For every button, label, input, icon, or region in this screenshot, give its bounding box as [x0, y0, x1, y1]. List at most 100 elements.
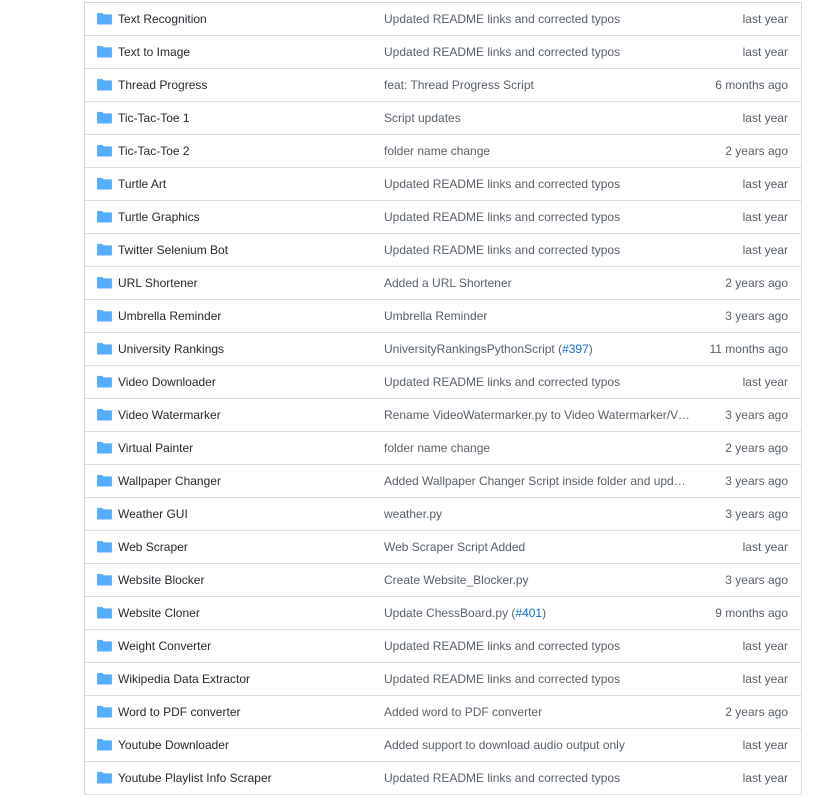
commit-message-link[interactable]: Script updates: [384, 102, 690, 134]
commit-message-text: Updated README links and corrected typos: [384, 243, 621, 257]
folder-icon-wrapper: [97, 630, 113, 662]
folder-icon-wrapper: [97, 762, 113, 794]
file-row-youtube-downloader[interactable]: Youtube Downloader Added support to down…: [85, 729, 801, 762]
commit-message-link[interactable]: Added a URL Shortener: [384, 267, 690, 299]
folder-name-link[interactable]: Wikipedia Data Extractor: [118, 663, 358, 695]
folder-icon-wrapper: [97, 135, 113, 167]
folder-name-link[interactable]: Video Watermarker: [118, 399, 358, 431]
folder-icon-wrapper: [97, 696, 113, 728]
file-row-weather-gui[interactable]: Weather GUI weather.py 3 years ago: [85, 498, 801, 531]
file-row-text-recognition[interactable]: Text Recognition Updated README links an…: [85, 3, 801, 36]
file-row-word-to-pdf-converter[interactable]: Word to PDF converter Added word to PDF …: [85, 696, 801, 729]
commit-message-link[interactable]: feat: Thread Progress Script: [384, 69, 690, 101]
commit-message-link[interactable]: Update ChessBoard.py (#401): [384, 597, 690, 629]
file-row-turtle-art[interactable]: Turtle Art Updated README links and corr…: [85, 168, 801, 201]
commit-message-link[interactable]: UniversityRankingsPythonScript (#397): [384, 333, 690, 365]
commit-message-link[interactable]: Umbrella Reminder: [384, 300, 690, 332]
file-row-web-scraper[interactable]: Web Scraper Web Scraper Script Added las…: [85, 531, 801, 564]
commit-message-text: feat: Thread Progress Script: [384, 78, 534, 92]
folder-name-link[interactable]: Umbrella Reminder: [118, 300, 358, 332]
commit-age: 2 years ago: [725, 441, 788, 455]
folder-icon-wrapper: [97, 168, 113, 200]
commit-message-link[interactable]: Updated README links and corrected typos: [384, 36, 690, 68]
folder-name-link[interactable]: Youtube Playlist Info Scraper: [118, 762, 358, 794]
folder-name-link[interactable]: Text to Image: [118, 36, 358, 68]
folder-name-link[interactable]: URL Shortener: [118, 267, 358, 299]
folder-icon: [97, 177, 112, 190]
folder-icon: [97, 705, 112, 718]
folder-name-link[interactable]: Virtual Painter: [118, 432, 358, 464]
commit-message-link[interactable]: folder name change: [384, 135, 690, 167]
commit-message-link[interactable]: Added support to download audio output o…: [384, 729, 690, 761]
folder-name-link[interactable]: Weather GUI: [118, 498, 358, 530]
pull-request-link[interactable]: #401: [515, 606, 542, 620]
commit-message-text: Updated README links and corrected typos: [384, 375, 621, 389]
file-row-wallpaper-changer[interactable]: Wallpaper Changer Added Wallpaper Change…: [85, 465, 801, 498]
commit-message-text: folder name change: [384, 144, 491, 158]
file-row-tic-tac-toe-1[interactable]: Tic-Tac-Toe 1 Script updates last year: [85, 102, 801, 135]
folder-name-link[interactable]: University Rankings: [118, 333, 358, 365]
file-row-university-rankings[interactable]: University Rankings UniversityRankingsPy…: [85, 333, 801, 366]
folder-name-link[interactable]: Website Blocker: [118, 564, 358, 596]
commit-message-text: UniversityRankingsPythonScript (: [384, 342, 563, 356]
folder-name-link[interactable]: Website Cloner: [118, 597, 358, 629]
file-row-url-shortener[interactable]: URL Shortener Added a URL Shortener 2 ye…: [85, 267, 801, 300]
commit-age: 3 years ago: [725, 408, 788, 422]
commit-message-link[interactable]: Updated README links and corrected typos: [384, 168, 690, 200]
folder-name-link[interactable]: Youtube Downloader: [118, 729, 358, 761]
folder-icon: [97, 12, 112, 25]
commit-message-link[interactable]: Updated README links and corrected typos: [384, 234, 690, 266]
commit-message-link[interactable]: Create Website_Blocker.py: [384, 564, 690, 596]
commit-message-text: Updated README links and corrected typos: [384, 639, 621, 653]
folder-icon: [97, 243, 112, 256]
folder-name-link[interactable]: Video Downloader: [118, 366, 358, 398]
file-row-umbrella-reminder[interactable]: Umbrella Reminder Umbrella Reminder 3 ye…: [85, 300, 801, 333]
file-row-website-cloner[interactable]: Website Cloner Update ChessBoard.py (#40…: [85, 597, 801, 630]
folder-name-link[interactable]: Text Recognition: [118, 3, 358, 35]
folder-icon-wrapper: [97, 366, 113, 398]
commit-message-link[interactable]: Web Scraper Script Added: [384, 531, 690, 563]
file-row-youtube-playlist-info-scraper[interactable]: Youtube Playlist Info Scraper Updated RE…: [85, 762, 801, 795]
file-row-twitter-selenium-bot[interactable]: Twitter Selenium Bot Updated README link…: [85, 234, 801, 267]
commit-age: 2 years ago: [725, 276, 788, 290]
commit-message-link[interactable]: Updated README links and corrected typos: [384, 762, 690, 794]
folder-name-link[interactable]: Turtle Graphics: [118, 201, 358, 233]
commit-message-text: Updated README links and corrected typos: [384, 210, 621, 224]
file-row-wikipedia-data-extractor[interactable]: Wikipedia Data Extractor Updated README …: [85, 663, 801, 696]
folder-name-link[interactable]: Wallpaper Changer: [118, 465, 358, 497]
commit-message-link[interactable]: Rename VideoWatermarker.py to Video Wate…: [384, 399, 690, 431]
commit-message-link[interactable]: Updated README links and corrected typos: [384, 201, 690, 233]
commit-age: last year: [742, 210, 788, 224]
folder-name-link[interactable]: Tic-Tac-Toe 1: [118, 102, 358, 134]
commit-message-link[interactable]: Updated README links and corrected typos: [384, 366, 690, 398]
file-row-tic-tac-toe-2[interactable]: Tic-Tac-Toe 2 folder name change 2 years…: [85, 135, 801, 168]
commit-message-text: Updated README links and corrected typos: [384, 177, 621, 191]
file-row-thread-progress[interactable]: Thread Progress feat: Thread Progress Sc…: [85, 69, 801, 102]
commit-message-link[interactable]: Updated README links and corrected typos: [384, 630, 690, 662]
folder-name-link[interactable]: Thread Progress: [118, 69, 358, 101]
folder-icon: [97, 606, 112, 619]
file-row-video-downloader[interactable]: Video Downloader Updated README links an…: [85, 366, 801, 399]
commit-message-link[interactable]: Updated README links and corrected typos: [384, 663, 690, 695]
commit-message-link[interactable]: Added Wallpaper Changer Script inside fo…: [384, 465, 690, 497]
folder-name-link[interactable]: Word to PDF converter: [118, 696, 358, 728]
commit-age: 9 months ago: [715, 606, 788, 620]
commit-message-end: ): [542, 606, 547, 620]
folder-name-link[interactable]: Tic-Tac-Toe 2: [118, 135, 358, 167]
pull-request-link[interactable]: #397: [562, 342, 589, 356]
file-row-virtual-painter[interactable]: Virtual Painter folder name change 2 yea…: [85, 432, 801, 465]
file-row-text-to-image[interactable]: Text to Image Updated README links and c…: [85, 36, 801, 69]
file-row-weight-converter[interactable]: Weight Converter Updated README links an…: [85, 630, 801, 663]
file-row-turtle-graphics[interactable]: Turtle Graphics Updated README links and…: [85, 201, 801, 234]
commit-message-link[interactable]: weather.py: [384, 498, 690, 530]
commit-message-link[interactable]: Updated README links and corrected typos: [384, 3, 690, 35]
file-row-video-watermarker[interactable]: Video Watermarker Rename VideoWatermarke…: [85, 399, 801, 432]
folder-name-link[interactable]: Weight Converter: [118, 630, 358, 662]
commit-message-link[interactable]: folder name change: [384, 432, 690, 464]
commit-age: 2 years ago: [725, 705, 788, 719]
commit-message-link[interactable]: Added word to PDF converter: [384, 696, 690, 728]
folder-name-link[interactable]: Twitter Selenium Bot: [118, 234, 358, 266]
file-row-website-blocker[interactable]: Website Blocker Create Website_Blocker.p…: [85, 564, 801, 597]
folder-name-link[interactable]: Turtle Art: [118, 168, 358, 200]
folder-name-link[interactable]: Web Scraper: [118, 531, 358, 563]
